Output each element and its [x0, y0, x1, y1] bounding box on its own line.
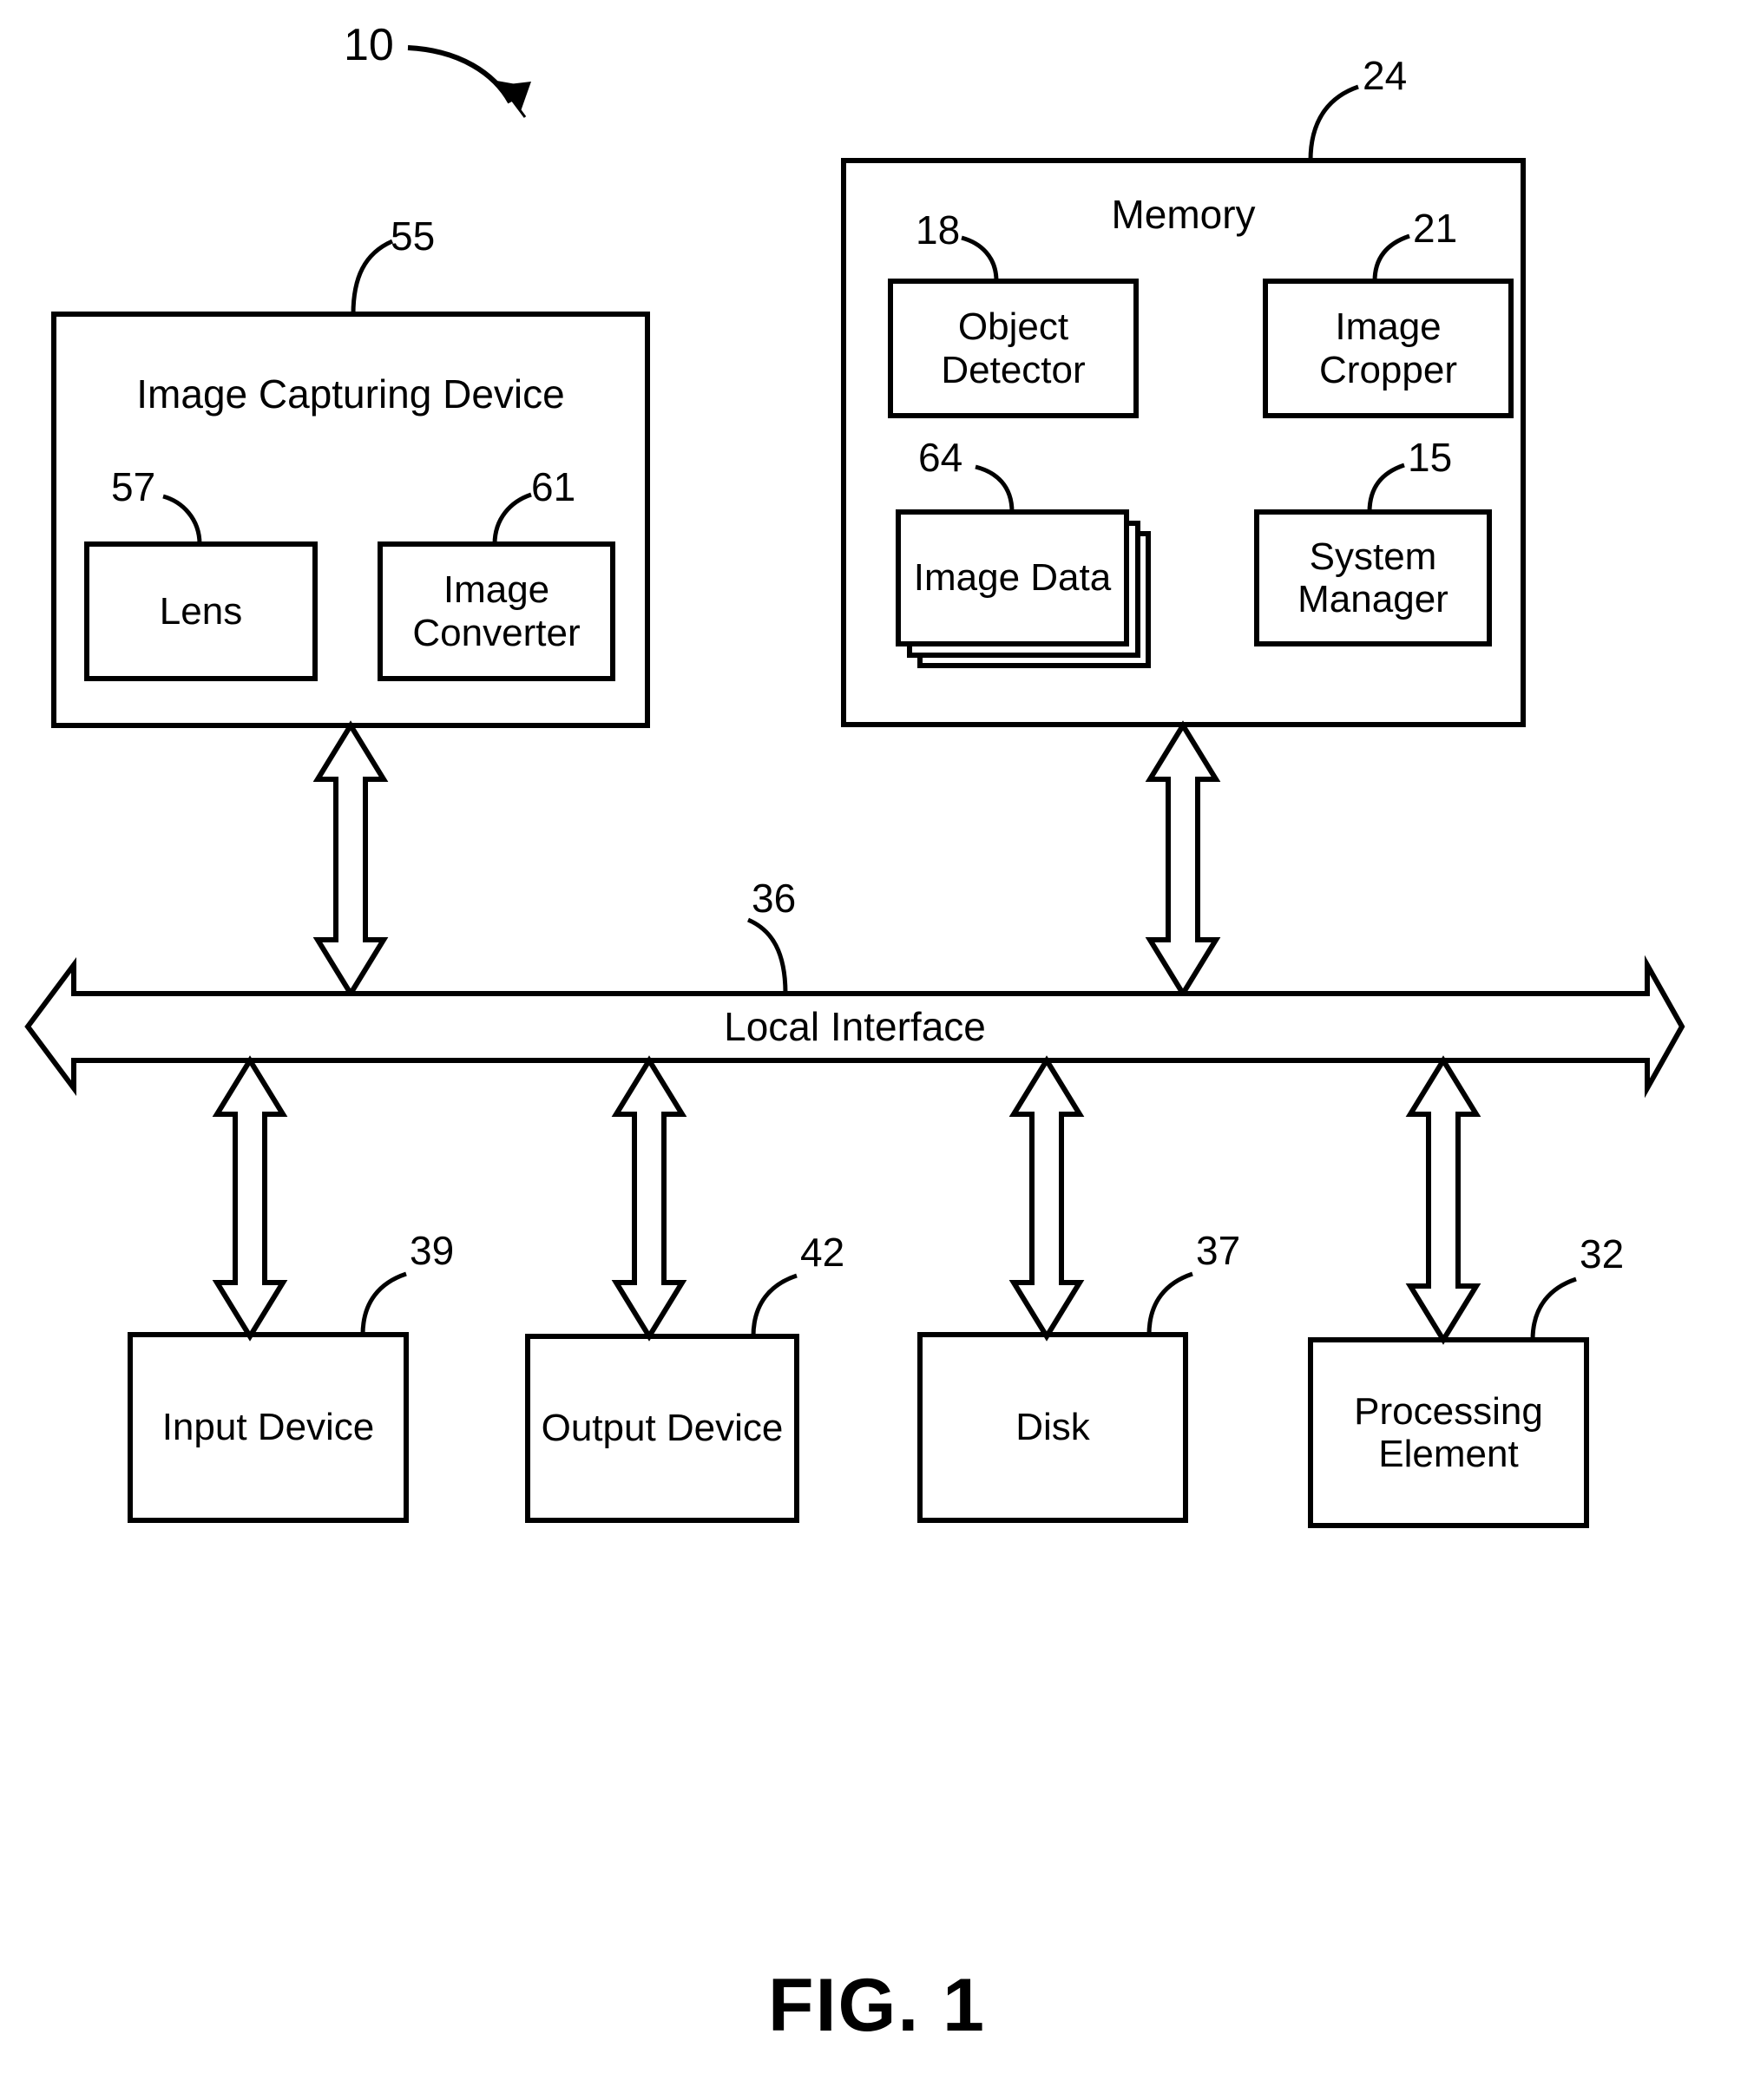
ref-36: 36	[752, 876, 797, 921]
system-manager-label: System Manager	[1297, 535, 1449, 620]
input-device-label: Input Device	[161, 1406, 375, 1449]
disk-label: Disk	[1015, 1406, 1090, 1449]
arrow-bus-to-input-device	[212, 1055, 288, 1342]
lens-label: Lens	[159, 589, 243, 633]
ref-42: 42	[800, 1230, 845, 1275]
ref-15: 15	[1408, 435, 1453, 480]
local-interface-label: Local Interface	[724, 1004, 986, 1050]
system-pointer-curved-arrow-icon	[407, 45, 531, 118]
leader-line-37	[1146, 1271, 1193, 1335]
ref-57: 57	[111, 464, 156, 509]
leader-line-57	[162, 494, 202, 545]
leader-line-55	[351, 239, 394, 315]
processing-element-label: Processing Element	[1354, 1389, 1543, 1475]
leader-line-15	[1367, 463, 1405, 513]
figure-caption: FIG. 1	[768, 1964, 986, 2047]
leader-line-18	[961, 235, 999, 282]
image-capturing-device-label: Image Capturing Device	[136, 371, 565, 417]
output-device-label: Output Device	[541, 1407, 784, 1450]
ref-64: 64	[918, 435, 963, 480]
arrow-memory-to-bus	[1145, 720, 1221, 999]
ref-61: 61	[531, 464, 576, 509]
image-cropper-label: Image Cropper	[1319, 305, 1457, 391]
arrow-bus-to-output-device	[611, 1055, 687, 1342]
leader-line-64	[975, 464, 1015, 513]
leader-line-36	[746, 917, 788, 994]
leader-line-42	[751, 1273, 798, 1337]
leader-line-32	[1530, 1276, 1577, 1341]
ref-39: 39	[410, 1228, 455, 1273]
patent-figure-page: 10 Image Capturing Device 55 Lens 57 Ima…	[0, 0, 1754, 2100]
ref-24: 24	[1363, 53, 1408, 98]
leader-line-21	[1372, 233, 1410, 282]
leader-line-39	[360, 1271, 407, 1335]
ref-37: 37	[1196, 1228, 1241, 1273]
object-detector-label: Object Detector	[941, 305, 1086, 391]
image-converter-label: Image Converter	[412, 568, 581, 654]
arrow-bus-to-disk	[1008, 1055, 1085, 1342]
arrow-camera-to-bus	[312, 720, 389, 999]
arrow-bus-to-processing-element	[1405, 1055, 1481, 1345]
leader-line-24	[1308, 84, 1359, 161]
ref-10: 10	[344, 20, 394, 70]
ref-55: 55	[391, 213, 436, 259]
image-data-label: Image Data	[913, 556, 1112, 600]
leader-line-61	[492, 492, 532, 545]
ref-21: 21	[1413, 206, 1458, 251]
ref-18: 18	[916, 207, 961, 253]
ref-32: 32	[1580, 1231, 1625, 1276]
